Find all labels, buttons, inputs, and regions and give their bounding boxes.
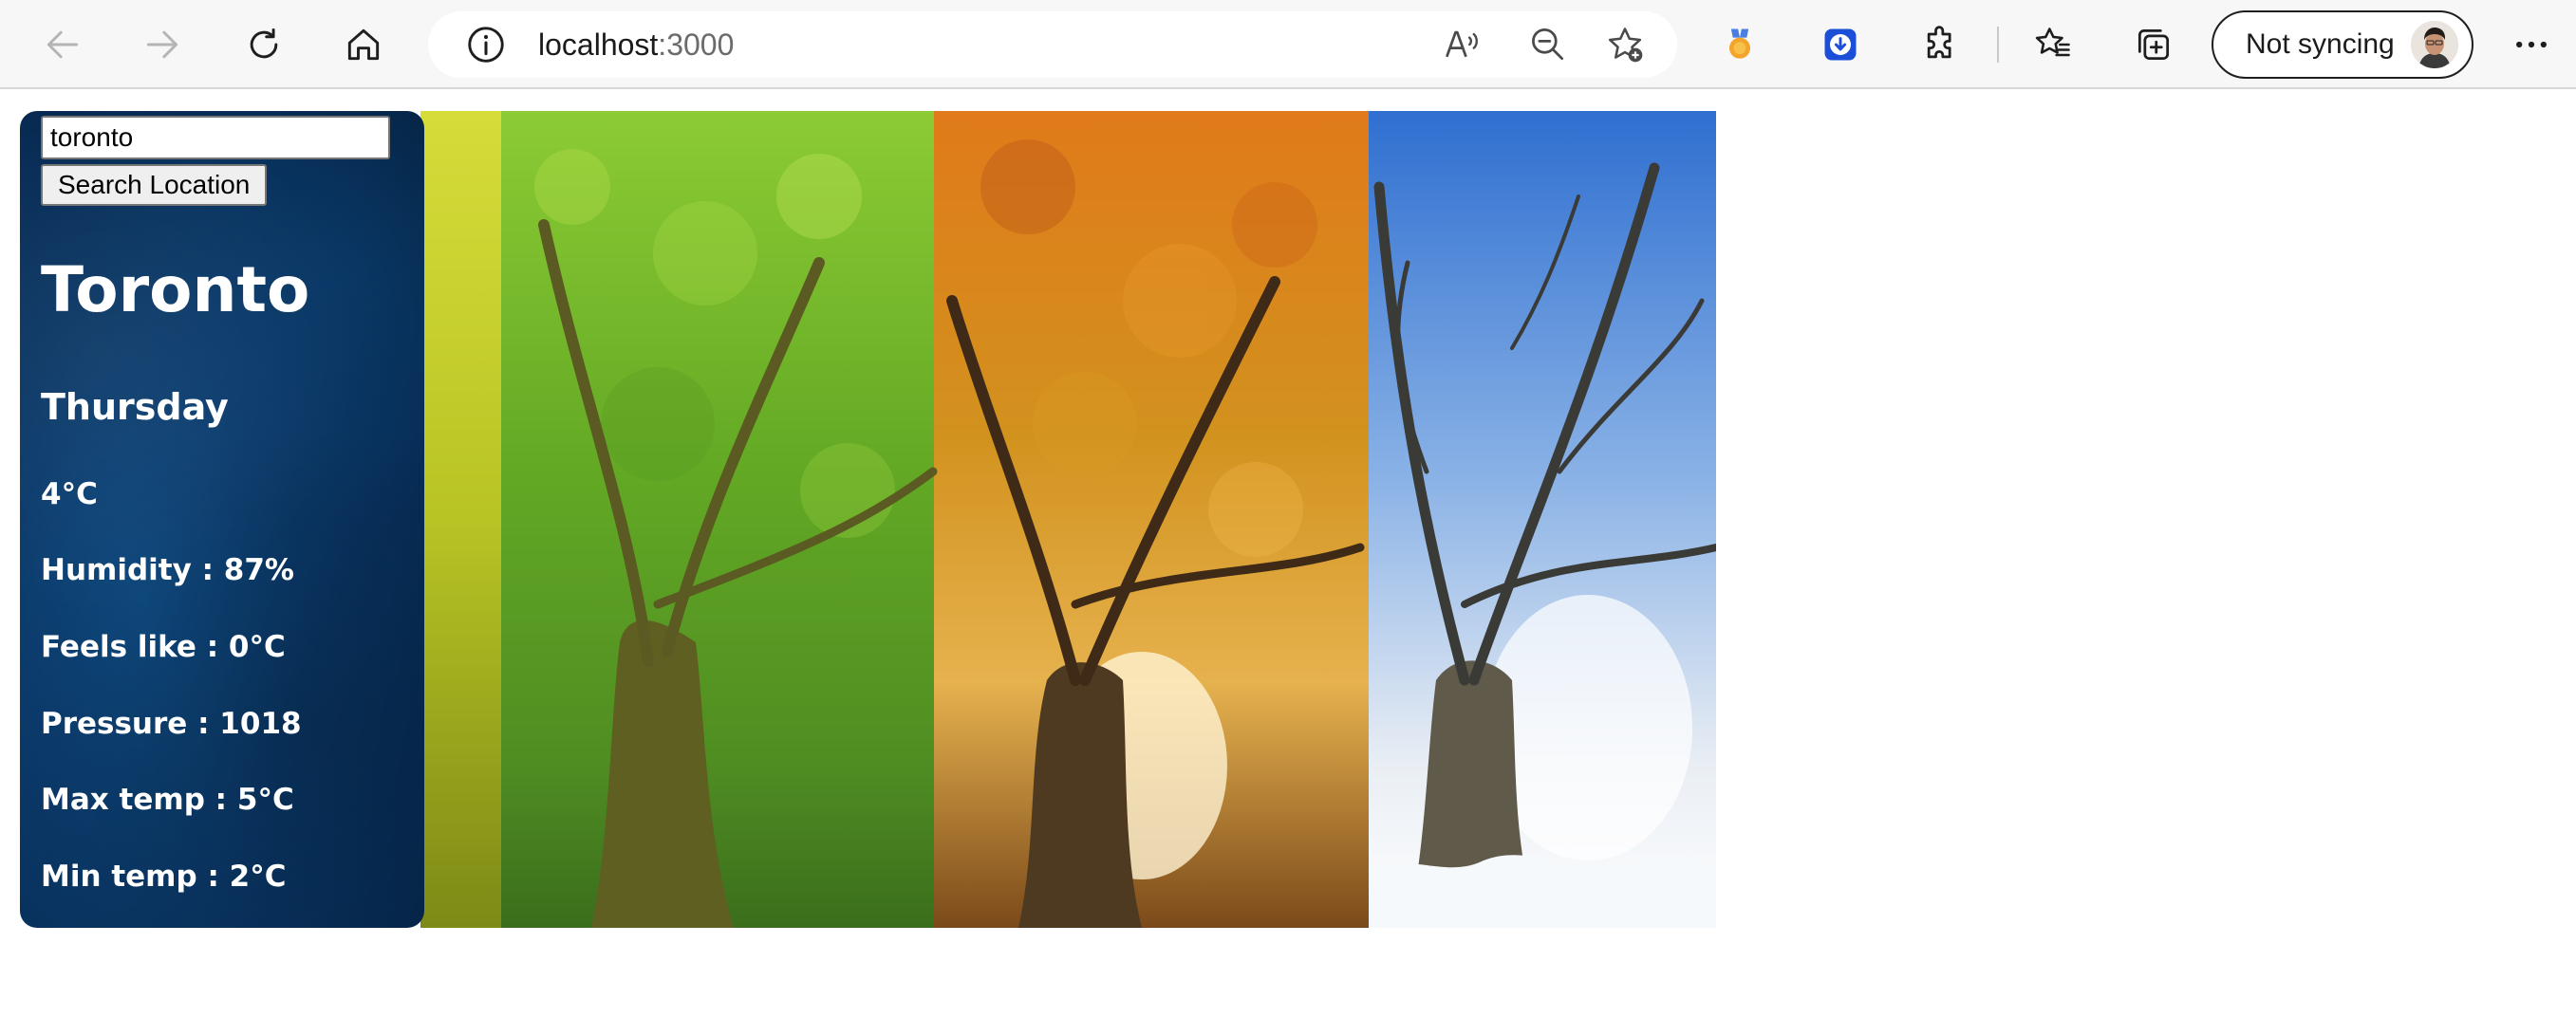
sync-status-label: Not syncing: [2246, 28, 2395, 60]
max-temp: Max temp : 5°C: [41, 783, 294, 817]
add-favorite-icon[interactable]: [1604, 24, 1646, 65]
browser-toolbar: localhost:3000 Not syncing: [0, 0, 2576, 89]
forward-arrow-icon: [146, 30, 178, 59]
search-location-button[interactable]: Search Location: [41, 164, 268, 206]
avatar: [2411, 21, 2458, 68]
url-text[interactable]: localhost:3000: [538, 11, 734, 78]
more-icon: [2516, 41, 2547, 48]
download-extension-icon: [1824, 28, 1857, 61]
extensions-button[interactable]: [1914, 18, 1968, 71]
forward-button[interactable]: [136, 18, 189, 71]
min-temp: Min temp : 2°C: [41, 860, 287, 894]
medal-extension-button[interactable]: [1713, 18, 1766, 71]
back-arrow-icon: [47, 30, 79, 59]
read-aloud-icon[interactable]: [1440, 24, 1482, 65]
pressure: Pressure : 1018: [41, 707, 302, 741]
search-input[interactable]: [41, 116, 390, 159]
zoom-out-icon[interactable]: [1527, 24, 1569, 65]
back-button[interactable]: [36, 18, 89, 71]
city-name: Toronto: [41, 253, 310, 326]
favorites-icon: [2035, 28, 2070, 57]
download-extension-button[interactable]: [1814, 18, 1867, 71]
refresh-icon: [250, 28, 278, 59]
toolbar-divider: [1997, 27, 1999, 63]
settings-menu-button[interactable]: [2505, 18, 2558, 71]
weather-panel: Search Location Toronto Thursday 4°C Hum…: [20, 111, 424, 928]
collections-button[interactable]: [2127, 18, 2180, 71]
refresh-button[interactable]: [237, 18, 290, 71]
favorites-button[interactable]: [2026, 18, 2080, 71]
url-host: localhost: [538, 28, 659, 62]
home-icon: [347, 28, 380, 61]
url-port: :3000: [658, 28, 735, 62]
feels-like: Feels like : 0°C: [41, 630, 286, 664]
temperature: 4°C: [41, 477, 98, 511]
four-seasons-tree-image: [420, 111, 1716, 928]
info-icon[interactable]: [464, 23, 508, 66]
address-bar[interactable]: localhost:3000: [428, 11, 1677, 78]
profile-sync-button[interactable]: Not syncing: [2212, 10, 2473, 79]
weekday: Thursday: [41, 386, 229, 428]
humidity: Humidity : 87%: [41, 553, 294, 587]
puzzle-icon: [1927, 26, 1951, 59]
medal-extension-icon: [1729, 28, 1750, 59]
home-button[interactable]: [337, 18, 390, 71]
collections-icon: [2137, 28, 2170, 61]
